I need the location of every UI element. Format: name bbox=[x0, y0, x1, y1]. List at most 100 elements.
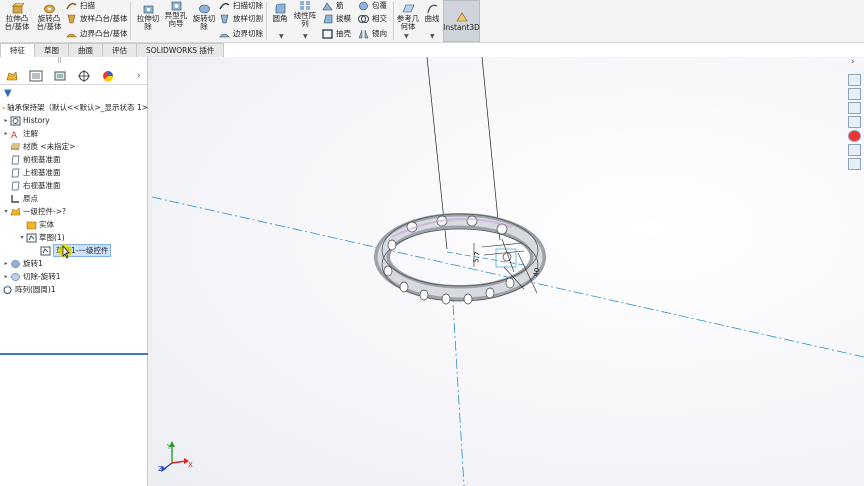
loft-boss-icon bbox=[67, 14, 76, 23]
tab-features[interactable]: 特征 bbox=[0, 43, 35, 57]
boundary-boss-button[interactable]: 边界凸台/基体 bbox=[66, 28, 128, 39]
custom-properties-icon[interactable] bbox=[848, 144, 861, 156]
loft-cut-button[interactable]: 放样切割 bbox=[219, 13, 263, 24]
mirror-button[interactable]: 镜向 bbox=[358, 28, 387, 39]
triad-x-label: X bbox=[188, 461, 193, 469]
feature-manager-tab-icon[interactable] bbox=[4, 69, 20, 83]
design-library-icon[interactable] bbox=[848, 88, 861, 100]
tree-item-right-plane[interactable]: 右视基准面 bbox=[0, 179, 148, 192]
fillet-button[interactable]: 圆角 bbox=[270, 3, 290, 23]
panel-expand-icon[interactable]: › bbox=[137, 71, 141, 81]
expand-arrow-icon[interactable]: ▸ bbox=[2, 130, 10, 137]
revolve-icon bbox=[11, 259, 20, 268]
tree-item-label: 上视基准面 bbox=[23, 168, 61, 177]
tree-item-history[interactable]: ▸ History bbox=[0, 114, 148, 127]
tree-item-top-plane[interactable]: 上视基准面 bbox=[0, 166, 148, 179]
instant3d-button[interactable]: Instant3D bbox=[443, 0, 480, 42]
expand-arrow-icon[interactable]: ▸ bbox=[2, 260, 10, 267]
tree-item-annotations[interactable]: ▸ A 注解 bbox=[0, 127, 148, 140]
filter-icon[interactable]: ▼ bbox=[4, 88, 12, 99]
reference-geometry-button[interactable]: 参考几 何体 bbox=[396, 3, 420, 31]
refgeom-dropdown-icon[interactable]: ▼ bbox=[404, 33, 409, 40]
tree-item-material[interactable]: 材质 <未指定> bbox=[0, 140, 148, 153]
property-manager-tab-icon[interactable] bbox=[28, 69, 44, 83]
collapse-arrow-icon[interactable]: ▾ bbox=[18, 234, 26, 241]
dimxpert-tab-icon[interactable] bbox=[76, 69, 92, 83]
fillet-dropdown-icon[interactable]: ▼ bbox=[279, 33, 284, 40]
sweep-cut-icon bbox=[219, 2, 230, 9]
sweep-cut-button[interactable]: 扫描切除 bbox=[219, 0, 263, 11]
loft-boss-button[interactable]: 放样凸台/基体 bbox=[66, 13, 128, 24]
display-manager-tab-icon[interactable] bbox=[100, 69, 116, 83]
intersect-button[interactable]: 相交 bbox=[358, 13, 387, 24]
tree-item-front-plane[interactable]: 前视基准面 bbox=[0, 153, 148, 166]
extrude-boss-label: 拉伸凸 台/基体 bbox=[4, 14, 30, 31]
tree-item-sketch1[interactable]: 草图1-一级控件 bbox=[0, 244, 148, 259]
revolve-cut-button[interactable]: 旋转切 除 bbox=[191, 3, 217, 31]
linear-pattern-button[interactable]: 线性阵 列 bbox=[292, 0, 318, 28]
boundary-cut-button[interactable]: 边界切除 bbox=[219, 28, 263, 39]
tree-item-label: 材质 <未指定> bbox=[23, 142, 76, 151]
wrap-button[interactable]: 包覆 bbox=[358, 0, 387, 11]
tree-item-revolve1[interactable]: ▸ 旋转1 bbox=[0, 257, 148, 270]
rollback-bar[interactable] bbox=[0, 353, 148, 355]
sweep-label: 扫描 bbox=[80, 1, 95, 10]
part-icon bbox=[10, 206, 21, 215]
sketch-folder-icon bbox=[26, 233, 37, 242]
expand-arrow-icon[interactable]: ▸ bbox=[2, 273, 10, 280]
tree-item-circular-pattern1[interactable]: 阵列(圆周)1 bbox=[0, 283, 148, 296]
wrap-label: 包覆 bbox=[372, 1, 387, 10]
tree-item-first-control[interactable]: ▾ 一级控件->? bbox=[0, 205, 148, 218]
curves-button[interactable]: 曲线 bbox=[422, 3, 442, 23]
tree-item-label: 阵列(圆周)1 bbox=[15, 285, 56, 294]
model-canvas: 5.7 40 Y X Z bbox=[152, 57, 864, 486]
tree-item-cut-revolve1[interactable]: ▸ 切除-旋转1 bbox=[0, 270, 148, 283]
tab-surfaces[interactable]: 曲面 bbox=[68, 43, 103, 57]
rib-button[interactable]: 筋 bbox=[322, 0, 344, 11]
tree-item-label: 草图(1) bbox=[39, 233, 65, 242]
fillet-label: 圆角 bbox=[272, 14, 288, 23]
tree-item-sketches[interactable]: ▾ 草图(1) bbox=[0, 231, 148, 244]
tab-solidworks-addins[interactable]: SOLIDWORKS 插件 bbox=[136, 43, 225, 57]
tree-root-label: 轴承保持架（默认<<默认>_显示状态 1> bbox=[6, 103, 148, 112]
pattern-dropdown-icon[interactable]: ▼ bbox=[303, 33, 308, 40]
expand-arrow-icon[interactable]: ▸ bbox=[2, 117, 10, 124]
shell-label: 抽壳 bbox=[336, 29, 351, 38]
tree-item-origin[interactable]: 原点 bbox=[0, 192, 148, 205]
solidworks-resources-icon[interactable] bbox=[848, 74, 861, 86]
solid-body-icon bbox=[26, 221, 37, 229]
tree-item-label: 前视基准面 bbox=[23, 155, 61, 164]
tree-root[interactable]: 轴承保持架（默认<<默认>_显示状态 1> bbox=[0, 101, 148, 114]
ribbon-separator bbox=[393, 2, 394, 40]
configuration-manager-tab-icon[interactable] bbox=[52, 69, 68, 83]
command-manager-ribbon: 拉伸凸 台/基体 旋转凸 台/基体 扫描 放样凸台/基体 边界凸台/基体 拉伸切… bbox=[0, 0, 864, 43]
panel-grip-icon[interactable]: ⠿ bbox=[57, 57, 62, 65]
file-explorer-icon[interactable] bbox=[848, 102, 861, 114]
mirror-label: 镜向 bbox=[372, 29, 387, 38]
tree-item-label: 注解 bbox=[23, 129, 38, 138]
tree-item-label: 右视基准面 bbox=[23, 181, 61, 190]
curves-dropdown-icon[interactable]: ▼ bbox=[430, 33, 435, 40]
sweep-icon bbox=[66, 2, 77, 9]
tab-sketch[interactable]: 草图 bbox=[34, 43, 69, 57]
extrude-cut-button[interactable]: 拉伸切 除 bbox=[135, 3, 161, 31]
revolve-boss-button[interactable]: 旋转凸 台/基体 bbox=[34, 3, 64, 31]
collapse-arrow-icon[interactable]: ▾ bbox=[2, 208, 10, 215]
dimension-label-vertical: 5.7 bbox=[472, 251, 482, 263]
hole-wizard-button[interactable]: 异型孔 向导 bbox=[163, 0, 189, 28]
graphics-area[interactable]: 5.7 40 Y X Z bbox=[152, 57, 864, 486]
history-icon bbox=[10, 116, 21, 125]
tree-item-label: 原点 bbox=[23, 194, 38, 203]
tree-item-solid-bodies[interactable]: 实体 bbox=[0, 218, 148, 231]
extrude-boss-button[interactable]: 拉伸凸 台/基体 bbox=[4, 3, 30, 31]
sweep-button[interactable]: 扫描 bbox=[66, 0, 95, 11]
task-pane-collapse-icon[interactable]: › bbox=[851, 57, 855, 67]
intersect-label: 相交 bbox=[372, 14, 387, 23]
appearances-icon[interactable] bbox=[848, 130, 861, 142]
solidworks-forum-icon[interactable] bbox=[848, 158, 861, 170]
shell-button[interactable]: 抽壳 bbox=[322, 28, 351, 39]
tab-evaluate[interactable]: 评估 bbox=[102, 43, 137, 57]
tree-item-label: 切除-旋转1 bbox=[23, 272, 61, 281]
view-palette-icon[interactable] bbox=[848, 116, 861, 128]
draft-button[interactable]: 拔模 bbox=[322, 13, 351, 24]
